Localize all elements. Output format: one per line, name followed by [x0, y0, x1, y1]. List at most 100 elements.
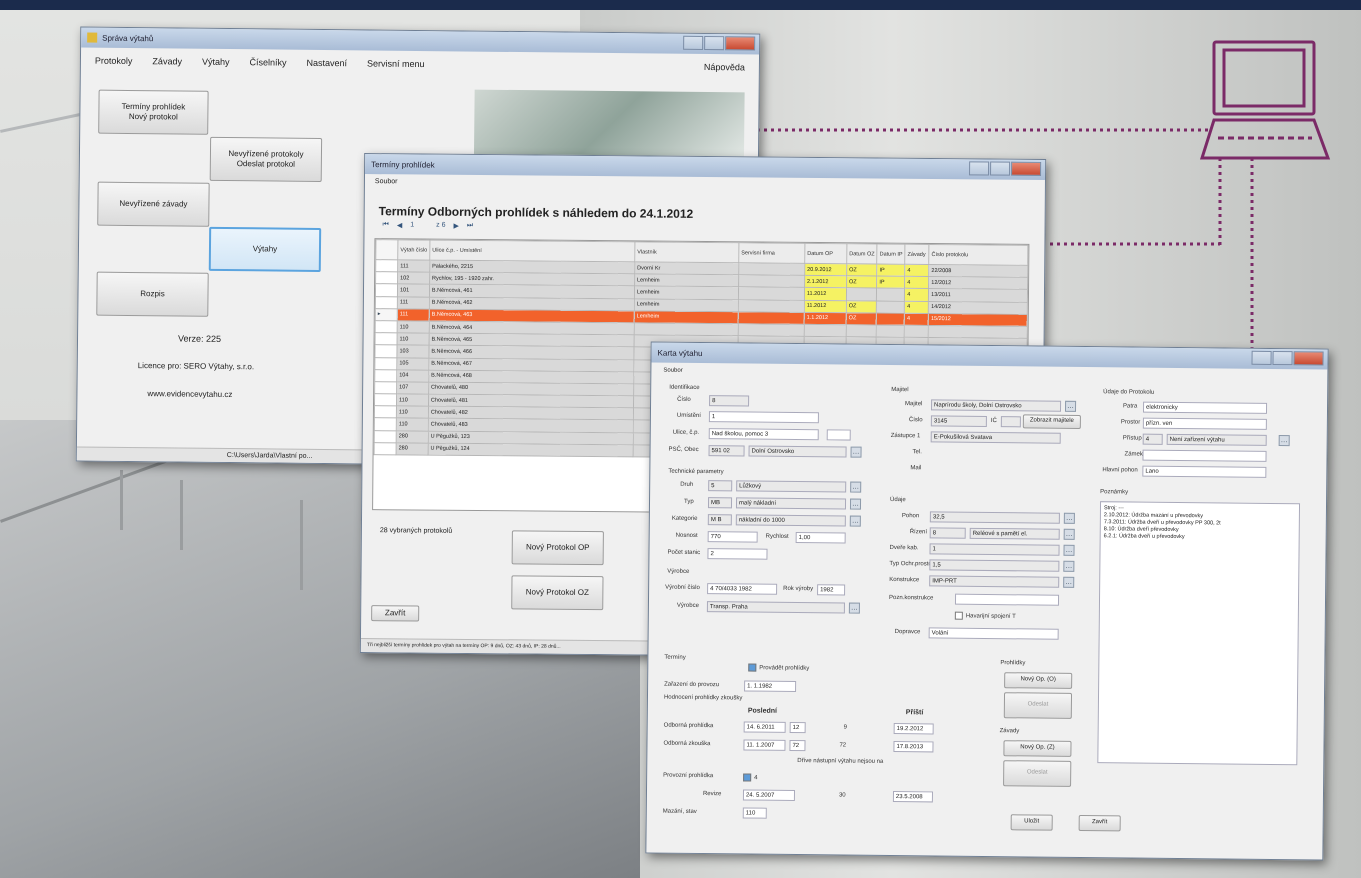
- input-revize-pristi[interactable]: 23.5.2008: [892, 791, 934, 803]
- minimize-button[interactable]: [683, 35, 704, 50]
- lookup-typ-icon[interactable]: …: [849, 498, 862, 510]
- terms-button[interactable]: Termíny prohlídek Nový protokol: [98, 89, 209, 135]
- row-selector[interactable]: [374, 393, 397, 407]
- input-dopravce[interactable]: Volání: [928, 627, 1059, 640]
- input-rizeni[interactable]: 8: [929, 527, 966, 539]
- input-psc[interactable]: 591 02: [708, 445, 745, 457]
- nav-page-input[interactable]: 1: [410, 221, 414, 229]
- row-selector[interactable]: [375, 259, 398, 273]
- list-close-button[interactable]: Zavřít: [371, 605, 420, 622]
- input-druh-txt[interactable]: Lůžkový: [736, 480, 847, 493]
- lookup-druh-icon[interactable]: …: [850, 481, 862, 493]
- checkbox-ip[interactable]: 4: [743, 773, 758, 782]
- schedule-button[interactable]: Rozpis: [96, 271, 209, 317]
- lookup-vyrobce-icon[interactable]: …: [848, 602, 860, 614]
- list-window-titlebar[interactable]: Termíny prohlídek: [365, 154, 1046, 180]
- new-oz-button[interactable]: Nový Protokol OZ: [511, 575, 604, 611]
- detail-close-button[interactable]: Zavřít: [1078, 814, 1121, 832]
- lookup-pristup-icon[interactable]: …: [1278, 435, 1290, 447]
- nav-prev-icon[interactable]: ◀: [397, 221, 402, 229]
- input-rok[interactable]: 1982: [817, 584, 846, 596]
- input-oz-pristi[interactable]: 17.8.2013: [893, 741, 934, 753]
- menu-ciselniky[interactable]: Číselníky: [249, 57, 286, 67]
- input-pohon[interactable]: 32,5: [929, 511, 1060, 524]
- input-zarazeni[interactable]: 1. 1.1982: [744, 680, 797, 693]
- input-pristup[interactable]: 4: [1142, 433, 1163, 445]
- input-majitel[interactable]: Naprírodu školy, Dolní Ostrovsko: [930, 399, 1062, 412]
- lookup-konstrukce-icon[interactable]: …: [1063, 576, 1075, 588]
- input-zamek[interactable]: [1142, 449, 1267, 462]
- input-druh[interactable]: 5: [708, 480, 733, 492]
- lifts-button[interactable]: Výtahy: [208, 226, 322, 272]
- input-pristup-txt[interactable]: Není zařízení výtahu: [1166, 433, 1267, 446]
- input-zastupce[interactable]: E-Pokušilová Svatava: [930, 431, 1061, 444]
- checkbox-havarijni[interactable]: Havarijní spojení T: [954, 611, 1016, 621]
- col-cislo[interactable]: Výtah číslo: [397, 239, 430, 261]
- input-kategorie[interactable]: M B: [707, 514, 732, 526]
- input-op-mes[interactable]: 12: [789, 721, 806, 734]
- input-typ[interactable]: MB: [707, 497, 733, 509]
- row-selector[interactable]: [374, 418, 397, 431]
- unsigned-protocols-button[interactable]: Nevyřízené protokoly Odeslat protokol: [209, 136, 323, 182]
- col-ulice[interactable]: Ulice č.p. - Umístění: [429, 240, 635, 262]
- input-obec[interactable]: Dolní Ostrovsko: [748, 445, 847, 458]
- row-selector[interactable]: [375, 284, 398, 297]
- menu-vytahy[interactable]: Výtahy: [202, 57, 230, 67]
- detail-window-titlebar[interactable]: Karta výtahu: [651, 342, 1328, 370]
- row-selector[interactable]: ▸: [375, 308, 398, 321]
- input-nosnost[interactable]: 770: [707, 531, 758, 543]
- input-dvere[interactable]: 1: [929, 543, 1060, 556]
- minimize-button[interactable]: [969, 161, 990, 176]
- row-selector[interactable]: [374, 405, 397, 419]
- input-rychlost[interactable]: 1,00: [795, 531, 846, 544]
- input-cp[interactable]: [826, 429, 851, 441]
- input-konstrukce[interactable]: IMP-PRT: [929, 575, 1060, 588]
- menu-zavady[interactable]: Závady: [152, 56, 182, 66]
- lookup-obec-icon[interactable]: …: [850, 446, 862, 458]
- input-majitel-cislo[interactable]: 3145: [930, 415, 987, 427]
- close-button[interactable]: [725, 36, 756, 51]
- input-vyrobce[interactable]: Transp. Praha: [706, 601, 845, 614]
- col-op[interactable]: Datum OP: [804, 243, 847, 264]
- new-fault-button[interactable]: Nový Op. (Z): [1003, 740, 1072, 757]
- input-revize[interactable]: 24. 5.2007: [742, 789, 796, 801]
- nav-last-icon[interactable]: ⏭: [467, 222, 473, 230]
- lookup-majitel-icon[interactable]: …: [1064, 400, 1077, 412]
- menu-servisni[interactable]: Servisní menu: [367, 58, 425, 69]
- input-op-date[interactable]: 14. 6.2011: [743, 721, 786, 733]
- row-selector[interactable]: [374, 369, 397, 382]
- row-selector[interactable]: [374, 442, 397, 455]
- row-selector[interactable]: [375, 332, 398, 346]
- input-oz-date[interactable]: 11. 1.2007: [743, 739, 786, 751]
- input-cislo[interactable]: 8: [709, 395, 750, 407]
- col-servis[interactable]: Servisní firma: [738, 242, 805, 264]
- menu-napoveda[interactable]: Nápověda: [704, 62, 745, 72]
- row-selector[interactable]: [375, 320, 398, 333]
- row-selector[interactable]: [374, 381, 397, 394]
- col-vlastnik[interactable]: Vlastník: [634, 241, 739, 263]
- maximize-button[interactable]: [1272, 350, 1293, 366]
- ip-checkbox-box[interactable]: [743, 773, 752, 782]
- detail-menu-soubor[interactable]: Soubor: [663, 368, 682, 374]
- input-rizeni-txt[interactable]: Reléové s pamětí el.: [969, 527, 1060, 540]
- lookup-dvere-icon[interactable]: …: [1063, 544, 1075, 556]
- list-menu-soubor[interactable]: Soubor: [375, 178, 398, 185]
- minimize-button[interactable]: [1251, 350, 1272, 365]
- input-kategorie-txt[interactable]: nákladní do 1000: [735, 514, 846, 527]
- input-ic[interactable]: [1000, 416, 1021, 428]
- row-selector[interactable]: [374, 344, 398, 358]
- row-selector[interactable]: [374, 430, 397, 443]
- col-oz[interactable]: Datum OZ: [846, 243, 878, 265]
- input-vyrcislo[interactable]: 4 70/4033 1982: [707, 583, 778, 595]
- new-op-protocol-button[interactable]: Nový Op. (O): [1004, 672, 1073, 689]
- faults-button[interactable]: Nevyřízené závady: [97, 181, 210, 227]
- new-op-button[interactable]: Nový Protokol OP: [511, 530, 604, 566]
- maximize-button[interactable]: [990, 161, 1011, 176]
- nav-first-icon[interactable]: ⏮: [383, 221, 389, 229]
- row-selector[interactable]: [375, 296, 398, 309]
- input-oz-mes[interactable]: 72: [789, 739, 806, 752]
- show-owner-button[interactable]: Zobrazit majitele: [1022, 414, 1081, 429]
- input-ochr[interactable]: 1,5: [929, 559, 1060, 572]
- send-fault-button[interactable]: Odeslat: [1003, 760, 1072, 787]
- close-button[interactable]: [1293, 351, 1324, 366]
